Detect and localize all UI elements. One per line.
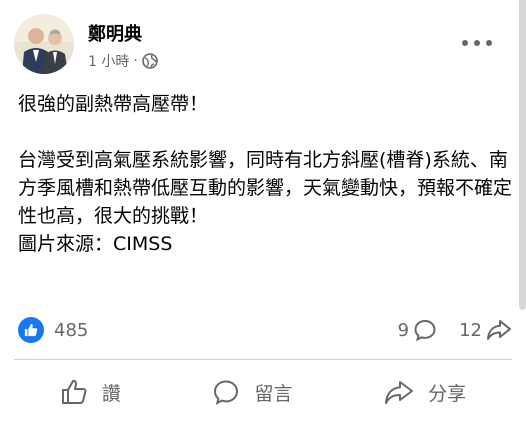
shares-count-button[interactable]: 12 <box>459 318 512 342</box>
comment-button[interactable]: 留言 <box>198 372 306 412</box>
like-reaction-icon[interactable] <box>18 317 44 343</box>
thumbs-up-icon <box>61 379 87 404</box>
share-button-label: 分享 <box>428 382 467 405</box>
meta-separator: · <box>133 53 138 69</box>
avatar[interactable] <box>14 14 74 74</box>
shares-count: 12 <box>459 319 482 341</box>
post-stats: 485 9 12 <box>18 315 512 345</box>
post-paragraph: 台灣受到高氣壓系統影響，同時有北方斜壓(槽脊)系統、南方季風槽和熱帶低壓互動的影… <box>18 149 513 227</box>
post-paragraph: 很強的副熱帶高壓帶！ <box>18 93 209 115</box>
share-button[interactable]: 分享 <box>370 372 480 412</box>
author-name[interactable]: 鄭明典 <box>88 20 142 46</box>
like-button[interactable]: 讚 <box>46 372 135 412</box>
post-timestamp[interactable]: 1 小時 <box>88 51 129 71</box>
globe-icon[interactable] <box>142 53 158 69</box>
comment-bubble-icon <box>414 319 436 342</box>
action-bar: 讚 留言 分享 <box>14 366 512 418</box>
comment-icon <box>214 380 239 405</box>
scrollbar[interactable] <box>519 0 526 310</box>
more-options-icon[interactable] <box>462 36 492 50</box>
share-arrow-icon <box>487 320 511 340</box>
share-icon <box>385 381 414 404</box>
post-paragraph: 圖片來源：CIMSS <box>18 233 173 255</box>
likes-count[interactable]: 485 <box>54 320 88 341</box>
divider <box>14 359 512 360</box>
comment-button-label: 留言 <box>254 382 293 405</box>
post-meta: 1 小時 · <box>88 51 158 71</box>
comments-count: 9 <box>397 319 410 341</box>
like-button-label: 讚 <box>101 382 121 405</box>
comments-count-button[interactable]: 9 <box>398 318 437 342</box>
post-card: 鄭明典 1 小時 · 很強的副熱帶高壓帶！ 台灣受到高氣壓系統影響，同時有北方斜… <box>0 0 526 430</box>
post-body: 很強的副熱帶高壓帶！ 台灣受到高氣壓系統影響，同時有北方斜壓(槽脊)系統、南方季… <box>18 90 513 258</box>
avatar-photo <box>14 14 74 74</box>
